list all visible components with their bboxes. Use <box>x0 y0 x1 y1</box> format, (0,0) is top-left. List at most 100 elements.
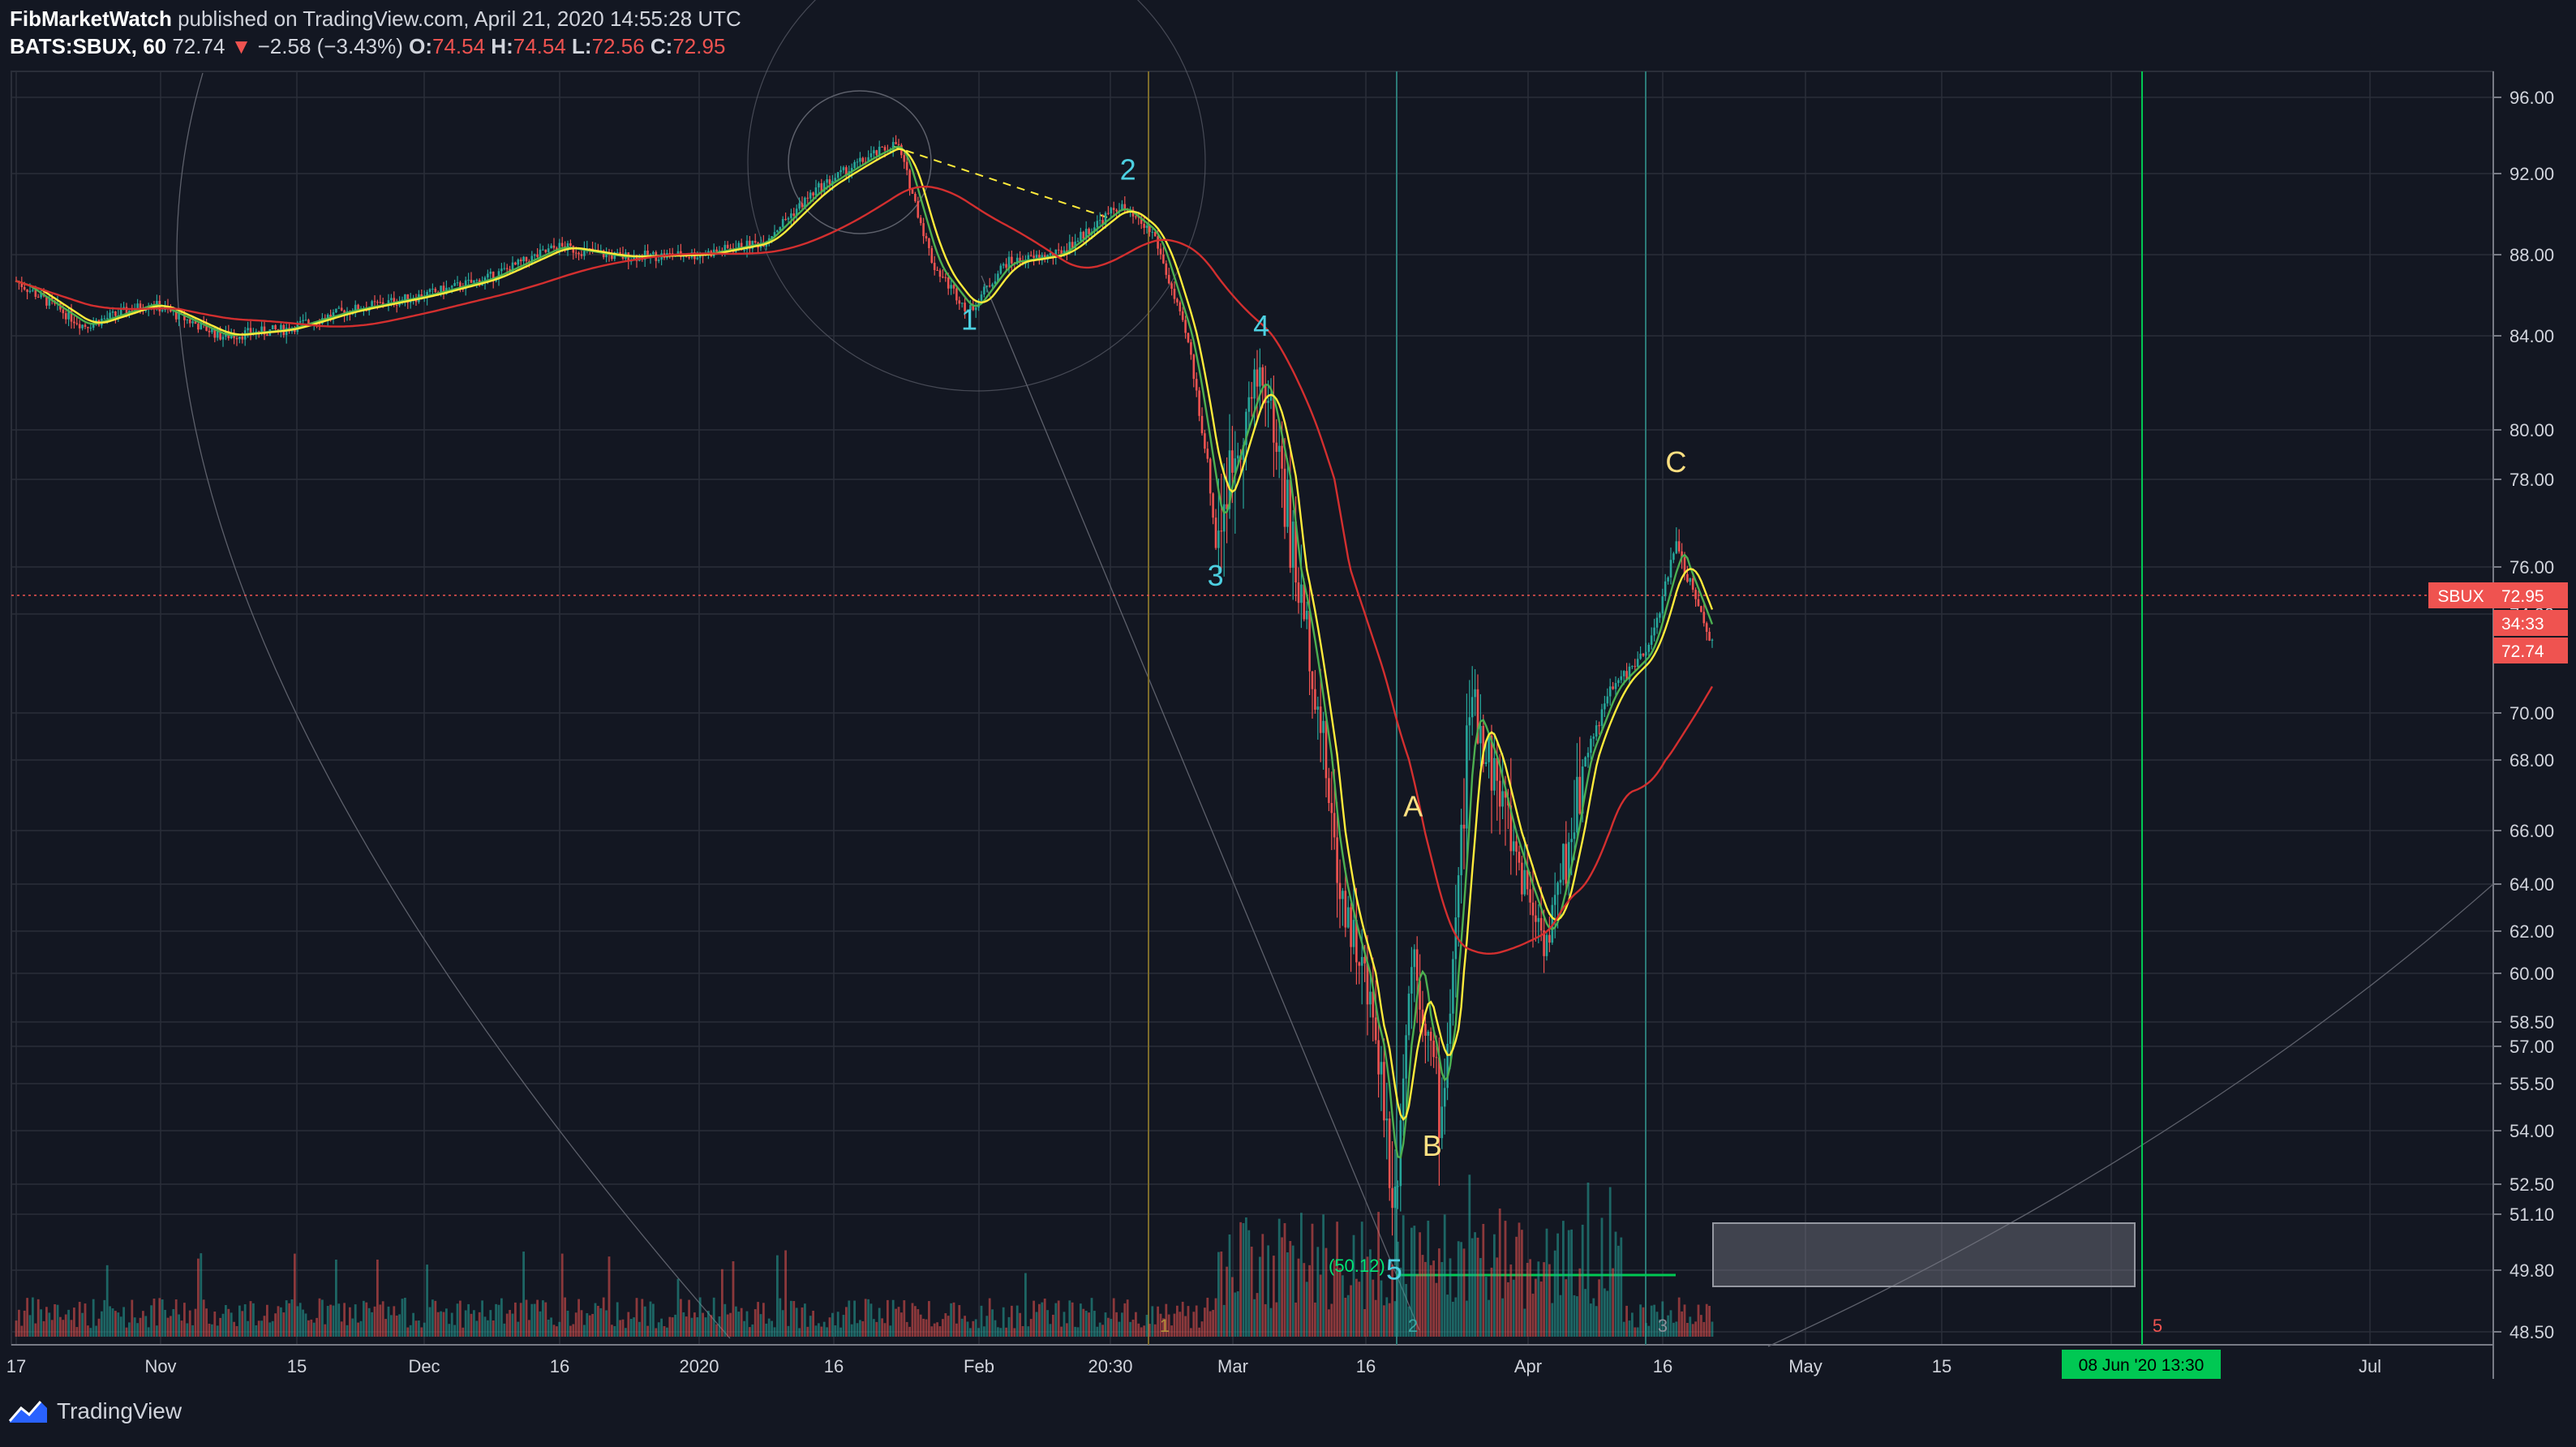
volume-bar <box>985 1316 989 1337</box>
volume-bar <box>613 1325 616 1337</box>
volume-bar <box>887 1299 889 1337</box>
volume-bar <box>1300 1213 1303 1337</box>
candle-body <box>1057 249 1060 251</box>
candle-body <box>1460 824 1462 876</box>
volume-bar <box>1214 1298 1217 1337</box>
volume-bar <box>594 1303 597 1337</box>
author-name[interactable]: FibMarketWatch <box>10 6 172 31</box>
volume-bar <box>569 1325 572 1337</box>
volume-bar <box>914 1306 917 1337</box>
volume-bar <box>1305 1282 1308 1337</box>
volume-bar <box>674 1314 676 1337</box>
candle-body <box>522 256 525 262</box>
volume-bar <box>1052 1314 1054 1337</box>
volume-bar <box>1060 1326 1063 1337</box>
candle-body <box>1636 659 1639 668</box>
candle-body <box>1686 573 1689 582</box>
volume-bar <box>1531 1293 1535 1337</box>
volume-bar <box>95 1325 97 1337</box>
candle-body <box>668 253 672 255</box>
volume-bar <box>646 1325 649 1337</box>
candle-body <box>1493 758 1496 791</box>
y-tick-label: 52.50 <box>2509 1174 2554 1195</box>
volume-bar <box>1578 1268 1582 1337</box>
candle-body <box>1380 1062 1383 1075</box>
volume-bar <box>1374 1299 1377 1337</box>
volume-bar <box>1617 1245 1620 1337</box>
candle-body <box>1369 991 1372 1005</box>
volume-bar <box>776 1255 779 1337</box>
candle-body <box>1192 354 1196 380</box>
volume-bar <box>1104 1312 1107 1337</box>
volume-bar <box>376 1259 379 1337</box>
close-value: 72.95 <box>672 34 726 58</box>
volume-bar <box>26 1298 28 1337</box>
volume-bar <box>977 1328 980 1337</box>
candle-body <box>1187 333 1190 342</box>
volume-bar <box>969 1328 972 1337</box>
candle-body <box>958 300 961 304</box>
volume-bar <box>70 1320 73 1337</box>
volume-bar <box>142 1311 144 1337</box>
volume-bar <box>1231 1277 1234 1337</box>
candle-body <box>1402 1078 1405 1121</box>
candle-body <box>221 337 225 340</box>
volume-bar <box>944 1313 947 1337</box>
candle-body <box>487 273 489 278</box>
candle-body <box>390 298 393 301</box>
volume-bar <box>1559 1295 1562 1337</box>
candle-body <box>28 290 32 292</box>
candle-body <box>1608 686 1612 697</box>
volume-bar <box>1551 1303 1554 1337</box>
volume-bar <box>1192 1312 1196 1337</box>
candle-body <box>1405 1035 1407 1079</box>
candle-body <box>1454 917 1458 960</box>
volume-bar <box>1206 1297 1209 1337</box>
symbol-label[interactable]: BATS:SBUX, 60 <box>10 34 166 58</box>
wave-label-3: 3 <box>1208 559 1224 592</box>
candle-body <box>1584 757 1586 766</box>
volume-bar <box>1123 1303 1127 1337</box>
candle-body <box>1559 879 1562 883</box>
candle-body <box>1645 651 1647 656</box>
volume-bar <box>233 1321 235 1337</box>
volume-bar <box>625 1328 627 1337</box>
tradingview-brand[interactable]: TradingView <box>8 1397 182 1426</box>
volume-bar <box>1275 1302 1278 1337</box>
volume-bar <box>881 1318 883 1337</box>
candle-body <box>1562 844 1565 880</box>
candle-body <box>861 157 865 162</box>
volume-bar <box>1308 1265 1311 1337</box>
volume-bar <box>1342 1275 1344 1337</box>
volume-bar <box>194 1308 197 1337</box>
volume-bar <box>252 1303 255 1337</box>
volume-bar <box>1110 1319 1113 1337</box>
volume-bar <box>459 1300 462 1337</box>
x-tick-label: 16 <box>1653 1356 1672 1376</box>
volume-bar <box>1573 1295 1576 1337</box>
volume-bar <box>1490 1267 1493 1337</box>
volume-bar <box>1424 1261 1427 1337</box>
candle-body <box>1590 738 1592 754</box>
wave-label-a: A <box>1403 790 1423 823</box>
volume-bar <box>1063 1312 1066 1337</box>
candle-body <box>1261 367 1264 386</box>
volume-bar <box>346 1325 349 1337</box>
y-tick-label: 84.00 <box>2509 326 2554 346</box>
volume-bar <box>1504 1221 1507 1337</box>
volume-bar <box>621 1319 625 1337</box>
candle-body <box>208 330 211 333</box>
candle-body <box>470 279 473 283</box>
close-price-tag-label: 72.74 <box>2501 642 2544 661</box>
price-chart[interactable]: 96.0092.0088.0084.0080.0078.0076.0074.00… <box>0 0 2576 1447</box>
volume-bar <box>213 1311 217 1337</box>
volume-bar <box>1107 1317 1110 1337</box>
candle-body <box>574 252 577 254</box>
candle-body <box>1694 590 1697 599</box>
candle-body <box>798 203 801 209</box>
volume-bar <box>241 1311 244 1337</box>
candle-body <box>238 336 241 340</box>
candle-body <box>1346 907 1350 928</box>
volume-bar <box>958 1305 961 1337</box>
close-label: C: <box>650 34 673 58</box>
